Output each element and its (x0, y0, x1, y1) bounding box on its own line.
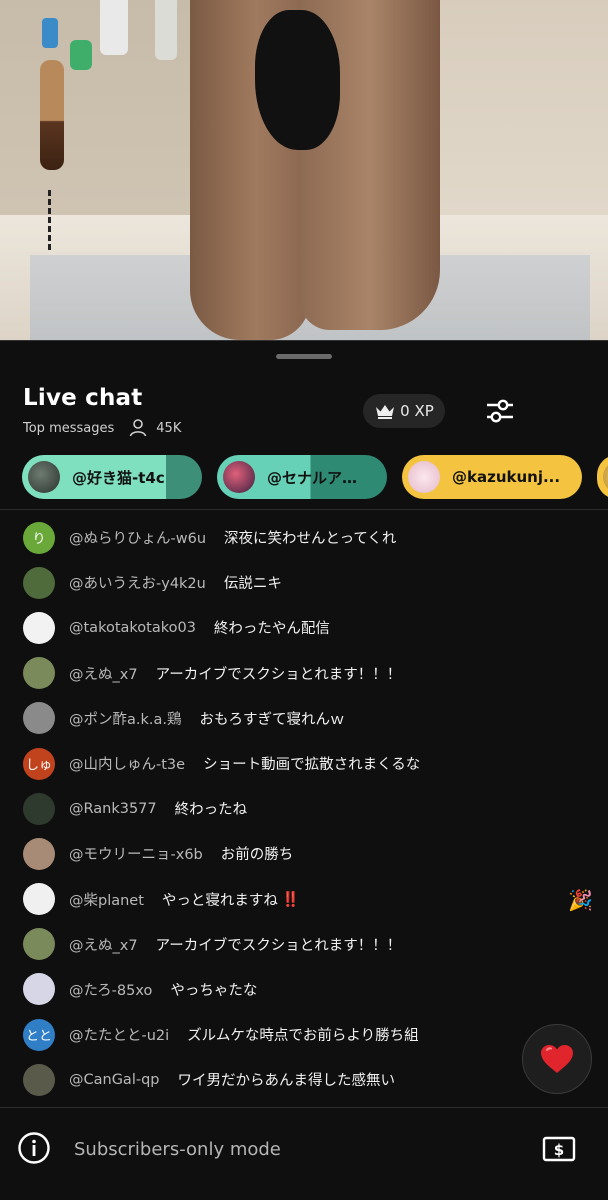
divider (0, 509, 608, 510)
party-popper-icon: 🎉 (568, 888, 593, 912)
censor-scribble (255, 10, 340, 150)
message-author[interactable]: @takotakotako03 (69, 620, 196, 636)
chat-message[interactable]: り @ぬらりひょん-w6u 深夜に笑わせんとってくれ (0, 515, 608, 560)
message-text: ショート動画で拡散されまくるな (203, 757, 421, 774)
chat-filter-button[interactable] (481, 393, 519, 429)
live-chat-panel: Live chat Top messages 45K 0 XP @好き猫-t4c… (0, 340, 608, 1200)
message-author[interactable]: @柴planet (69, 889, 144, 910)
message-text: アーカイブでスクショとれます！！！ (155, 937, 402, 954)
hanging-cord (48, 190, 58, 250)
message-author[interactable]: @ぬらりひょん-w6u (69, 527, 206, 548)
chat-mode-selector[interactable]: Top messages (23, 421, 114, 436)
double-exclamation-emoji: ‼️ (281, 891, 300, 908)
message-author[interactable]: @ポン酢a.k.a.鶏 (69, 708, 182, 729)
live-stream-screen: Live chat Top messages 45K 0 XP @好き猫-t4c… (0, 0, 608, 1200)
message-author[interactable]: @あいうえお-y4k2u (69, 572, 206, 593)
chat-message[interactable]: @モウリーニョ-x6b お前の勝ち (0, 831, 608, 876)
avatar (223, 461, 255, 493)
super-chat-chip[interactable] (597, 455, 608, 499)
xp-label: 0 XP (400, 402, 434, 420)
message-author[interactable]: @えぬ_x7 (69, 663, 138, 684)
shower-bottle (155, 0, 177, 60)
chat-message[interactable]: @takotakotako03 終わったやん配信 (0, 605, 608, 650)
drag-handle[interactable] (276, 354, 332, 359)
chat-message[interactable]: @えぬ_x7 アーカイブでスクショとれます！！！ (0, 922, 608, 967)
message-text: やっちゃたな (170, 982, 258, 999)
avatar[interactable] (23, 973, 55, 1006)
avatar[interactable] (23, 611, 55, 644)
message-author[interactable]: @Rank3577 (69, 801, 157, 817)
info-icon[interactable] (17, 1131, 51, 1165)
chat-message[interactable]: @えぬ_x7 アーカイブでスクショとれます！！！ (0, 651, 608, 696)
chat-message[interactable]: @CanGal-qp ワイ男だからあんま得した感無い (0, 1057, 608, 1102)
shower-bottle (100, 0, 128, 55)
message-text: お前の勝ち (220, 847, 294, 864)
message-text: 終わったね (174, 802, 248, 819)
avatar[interactable] (23, 792, 55, 825)
message-author[interactable]: @山内しゅん-t3e (69, 753, 185, 774)
avatar[interactable] (23, 566, 55, 599)
message-text: ズルムケな時点でお前らより勝ち組 (187, 1028, 419, 1045)
avatar[interactable]: り (23, 521, 55, 554)
message-text: おもろすぎて寝れんｗ (199, 711, 345, 728)
avatar[interactable]: しゅ (23, 747, 55, 780)
super-chat-chip[interactable]: @好き猫-t4c (22, 455, 202, 499)
super-chat-chip[interactable]: @kazukunj... (402, 455, 582, 499)
chat-input-bar: Subscribers-only mode $ (0, 1107, 608, 1200)
chip-label: @好き猫-t4c (72, 468, 165, 487)
avatar[interactable]: とと (23, 1018, 55, 1051)
chat-message[interactable]: とと @たたとと-u2i ズルムケな時点でお前らより勝ち組 (0, 1012, 608, 1057)
message-author[interactable]: @モウリーニョ-x6b (69, 843, 203, 864)
chat-message[interactable]: @あいうえお-y4k2u 伝説ニキ (0, 560, 608, 605)
video-player[interactable] (0, 0, 608, 340)
hanging-item-green (70, 40, 92, 70)
avatar (28, 461, 60, 493)
heart-reaction-button[interactable] (522, 1024, 592, 1094)
avatar (603, 461, 608, 493)
crown-icon (376, 405, 395, 419)
chat-message[interactable]: @たろ-85xo やっちゃたな (0, 967, 608, 1012)
avatar[interactable] (23, 702, 55, 735)
message-text: ワイ男だからあんま得した感無い (177, 1073, 396, 1090)
heart-icon (541, 1045, 573, 1073)
message-text: アーカイブでスクショとれます！！！ (155, 666, 402, 683)
dollar-bill-icon[interactable]: $ (542, 1134, 576, 1164)
avatar[interactable] (23, 657, 55, 690)
avatar[interactable] (23, 928, 55, 961)
avatar (408, 461, 440, 493)
person-icon (129, 419, 147, 437)
chat-message[interactable]: @Rank3577 終わったね (0, 786, 608, 831)
chat-message[interactable]: しゅ @山内しゅん-t3e ショート動画で拡散されまくるな (0, 741, 608, 786)
xp-button[interactable]: 0 XP (363, 394, 445, 428)
chat-subheader: Top messages 45K (23, 418, 181, 438)
chip-label: @セナルア… (267, 468, 358, 487)
avatar[interactable] (23, 1063, 55, 1096)
super-chat-chip[interactable]: @セナルア… (217, 455, 387, 499)
message-author[interactable]: @えぬ_x7 (69, 934, 138, 955)
message-text: やっと寝れますね (161, 892, 278, 909)
message-text: 終わったやん配信 (213, 621, 330, 638)
pinned-super-chats: @好き猫-t4c @セナルア… @kazukunj... (22, 455, 608, 499)
avatar[interactable] (23, 883, 55, 916)
chat-title: Live chat (23, 385, 143, 411)
viewer-count: 45K (156, 420, 182, 436)
avatar[interactable] (23, 837, 55, 870)
message-author[interactable]: @たろ-85xo (69, 979, 152, 1000)
chip-label: @kazukunj... (452, 468, 561, 486)
chat-message[interactable]: @柴planet やっと寝れますね ‼️ (0, 877, 608, 922)
message-author[interactable]: @CanGal-qp (69, 1072, 160, 1088)
sliders-icon (487, 399, 513, 423)
chat-message-list[interactable]: り @ぬらりひょん-w6u 深夜に笑わせんとってくれ @あいうえお-y4k2u 伝説ニキ… (0, 515, 608, 1102)
message-author[interactable]: @たたとと-u2i (69, 1024, 169, 1045)
svg-text:$: $ (554, 1141, 564, 1159)
subscribers-only-notice: Subscribers-only mode (74, 1139, 281, 1160)
message-text: 伝説ニキ (223, 576, 282, 593)
message-text: 深夜に笑わせんとってくれ (224, 531, 397, 548)
chat-message[interactable]: @ポン酢a.k.a.鶏 おもろすぎて寝れんｗ (0, 696, 608, 741)
hanging-item-blue (42, 18, 58, 48)
bath-brush (40, 60, 64, 170)
